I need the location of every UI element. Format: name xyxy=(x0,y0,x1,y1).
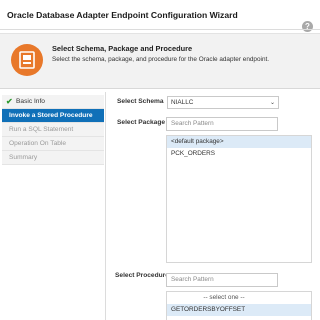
schema-label: Select Schema xyxy=(117,98,164,105)
step-invoke-stored-procedure[interactable]: Invoke a Stored Procedure xyxy=(2,109,104,123)
titlebar-divider xyxy=(0,29,320,30)
step-run-sql-statement: Run a SQL Statement xyxy=(2,123,104,137)
schema-select[interactable]: NIALLC ⌄ xyxy=(167,96,279,109)
wizard-steps-nav: ✔ Basic Info Invoke a Stored Procedure R… xyxy=(2,95,104,165)
nav-divider xyxy=(105,92,106,320)
list-item[interactable]: -- select one -- xyxy=(167,292,311,304)
chevron-down-icon: ⌄ xyxy=(269,100,275,106)
package-search-input[interactable]: Search Pattern xyxy=(166,117,278,131)
list-item[interactable]: <default package> xyxy=(167,136,311,148)
check-icon: ✔ xyxy=(6,97,13,106)
step-summary: Summary xyxy=(2,151,104,165)
wizard-titlebar: Oracle Database Adapter Endpoint Configu… xyxy=(0,0,320,32)
step-label: Invoke a Stored Procedure xyxy=(9,112,93,119)
help-icon[interactable]: ? xyxy=(302,21,313,32)
package-label: Select Package xyxy=(117,119,166,126)
step-label: Basic Info xyxy=(16,98,45,105)
step-operation-on-table: Operation On Table xyxy=(2,137,104,151)
step-label: Run a SQL Statement xyxy=(9,126,74,133)
package-listbox[interactable]: <default package> PCK_ORDERS xyxy=(166,135,312,263)
procedure-search-input[interactable]: Search Pattern xyxy=(166,273,278,287)
wizard-title: Oracle Database Adapter Endpoint Configu… xyxy=(7,10,238,20)
procedure-label: Select Procedure xyxy=(115,272,169,279)
list-item[interactable]: PCK_ORDERS xyxy=(167,148,311,160)
step-header: Select Schema, Package and Procedure Sel… xyxy=(0,33,320,89)
database-step-icon xyxy=(11,44,43,76)
step-basic-info[interactable]: ✔ Basic Info xyxy=(2,95,104,109)
step-description: Select the schema, package, and procedur… xyxy=(52,56,270,63)
list-item[interactable]: GETORDERSBYOFFSET xyxy=(167,304,311,316)
step-label: Operation On Table xyxy=(9,140,67,147)
procedure-listbox[interactable]: -- select one -- GETORDERSBYOFFSET xyxy=(166,291,312,320)
step-label: Summary xyxy=(9,154,38,161)
schema-value: NIALLC xyxy=(171,99,194,106)
step-title: Select Schema, Package and Procedure xyxy=(52,44,193,53)
